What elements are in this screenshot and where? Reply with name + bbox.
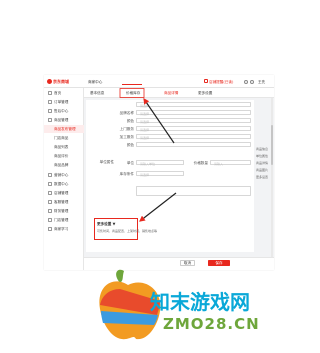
page: 京东商城 商家中心 店铺提醒(已读) 王先 首页 订单管理 售后中心 商品管理 …	[0, 0, 300, 353]
watermark-url: ZMO28.CN	[163, 315, 260, 333]
arrow-to-tab	[143, 98, 175, 144]
leaf-icon	[116, 269, 124, 283]
watermark-title: 知末游戏网	[150, 290, 250, 314]
annotation-arrows	[119, 88, 177, 222]
screenshot-frame: 京东商城 商家中心 店铺提醒(已读) 王先 首页 订单管理 售后中心 商品管理 …	[44, 75, 274, 270]
tab-highlight-box	[119, 88, 145, 98]
arrow-to-more	[139, 192, 177, 222]
